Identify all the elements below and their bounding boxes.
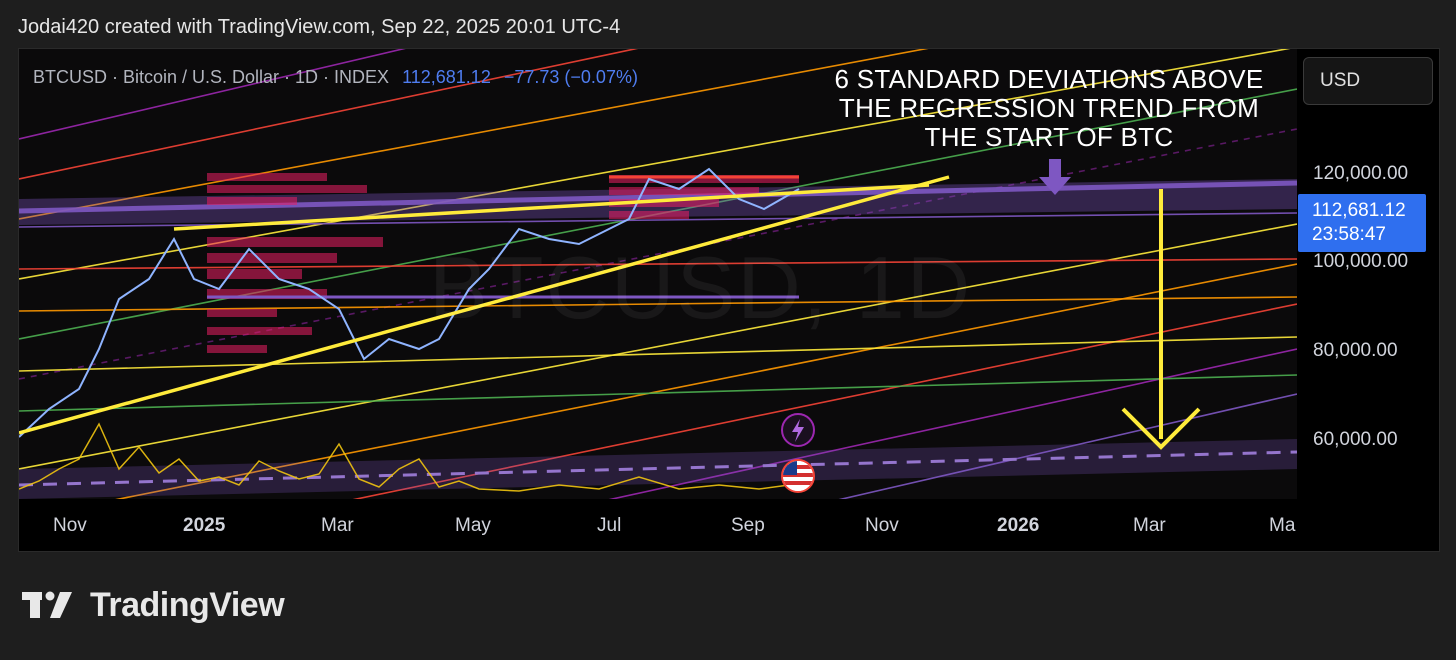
- x-tick: 2026: [997, 515, 1040, 536]
- annotation-line: THE REGRESSION TREND FROM: [838, 93, 1260, 123]
- x-tick: Ma: [1269, 515, 1296, 536]
- chart-frame: BTCUSD · Bitcoin / U.S. Dollar · 1D · IN…: [18, 48, 1440, 552]
- symbol-legend[interactable]: BTCUSD · Bitcoin / U.S. Dollar · 1D · IN…: [33, 67, 638, 88]
- currency-button[interactable]: USD: [1303, 57, 1433, 105]
- x-tick: Mar: [1133, 515, 1166, 536]
- chart-annotation: 6 STANDARD DEVIATIONS ABOVE THE REGRESSI…: [779, 65, 1297, 152]
- annotation-line: 6 STANDARD DEVIATIONS ABOVE: [834, 64, 1264, 94]
- x-tick: 2025: [183, 515, 226, 536]
- price-change: −77.73 (−0.07%): [503, 67, 638, 87]
- tradingview-logo-icon: [22, 591, 72, 618]
- annotation-line: THE START OF BTC: [924, 122, 1174, 152]
- x-tick: Sep: [731, 515, 765, 536]
- x-tick: Mar: [321, 515, 354, 536]
- y-tick: 80,000.00: [1313, 340, 1398, 361]
- lightning-icon[interactable]: [781, 413, 815, 447]
- chart-plot-area[interactable]: BTCUSD · Bitcoin / U.S. Dollar · 1D · IN…: [19, 49, 1297, 499]
- price-tag-value: 112,681.12: [1312, 200, 1406, 221]
- chart-attribution: Jodai420 created with TradingView.com, S…: [18, 16, 621, 38]
- y-tick: 100,000.00: [1313, 251, 1409, 272]
- x-tick: Nov: [865, 515, 899, 536]
- current-price-tag: 112,681.12 23:58:47: [1298, 194, 1426, 252]
- symbol-watermark: BTCUSD, 1D: [429, 238, 973, 337]
- time-axis[interactable]: [19, 499, 1439, 551]
- symbol-text: BTCUSD · Bitcoin / U.S. Dollar · 1D · IN…: [33, 67, 390, 87]
- last-price: 112,681.12: [402, 67, 491, 87]
- x-tick: Jul: [597, 515, 622, 536]
- x-tick: Nov: [53, 515, 87, 536]
- bar-countdown: 23:58:47: [1312, 224, 1386, 245]
- tradingview-brand[interactable]: TradingView: [22, 586, 285, 625]
- x-tick: May: [455, 515, 491, 536]
- y-tick: 60,000.00: [1313, 429, 1398, 450]
- us-flag-icon[interactable]: [781, 459, 815, 493]
- brand-name: TradingView: [90, 586, 285, 624]
- y-tick: 120,000.00: [1313, 163, 1409, 184]
